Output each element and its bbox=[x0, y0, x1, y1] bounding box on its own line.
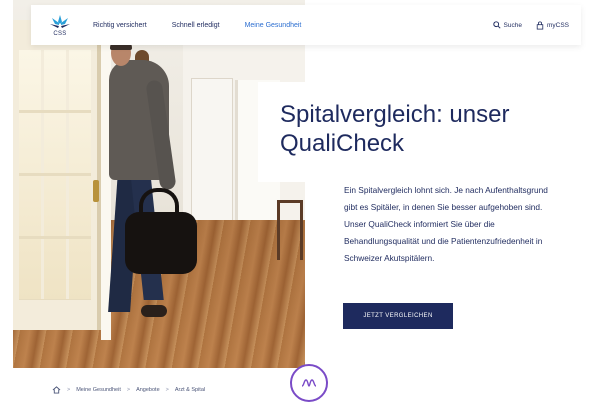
hero-title-card: Spitalvergleich: unser QualiCheck bbox=[258, 82, 593, 182]
breadcrumb-arzt-spital[interactable]: Arzt & Spital bbox=[175, 387, 205, 393]
breadcrumb-separator: > bbox=[165, 387, 169, 393]
search-button[interactable]: Suche bbox=[492, 21, 522, 29]
breadcrumb-separator: > bbox=[67, 387, 71, 393]
hero-door-bars bbox=[19, 50, 91, 300]
css-logo-icon bbox=[50, 14, 70, 28]
nav-schnell-erledigt[interactable]: Schnell erledigt bbox=[172, 22, 220, 29]
nav-richtig-versichert[interactable]: Richtig versichert bbox=[93, 22, 147, 29]
header-actions: Suche myCSS bbox=[479, 21, 569, 30]
hero-chair bbox=[277, 200, 303, 260]
breadcrumb-angebote[interactable]: Angebote bbox=[136, 387, 160, 393]
account-label: myCSS bbox=[546, 21, 569, 29]
home-icon[interactable] bbox=[52, 386, 61, 394]
page-title: Spitalvergleich: unser QualiCheck bbox=[280, 101, 510, 157]
site-header: CSS Richtig versichert Schnell erledigt … bbox=[31, 5, 581, 45]
wave-icon bbox=[301, 379, 317, 387]
nav-meine-gesundheit[interactable]: Meine Gesundheit bbox=[245, 22, 302, 29]
breadcrumb: > Meine Gesundheit > Angebote > Arzt & S… bbox=[52, 386, 205, 394]
lock-icon bbox=[536, 21, 544, 30]
hero-person-shoe bbox=[141, 305, 167, 317]
breadcrumb-separator: > bbox=[126, 387, 131, 393]
search-label: Suche bbox=[503, 21, 522, 29]
search-icon bbox=[492, 21, 501, 29]
hero-door-handle bbox=[93, 180, 99, 202]
mycss-login-button[interactable]: myCSS bbox=[536, 21, 569, 30]
breadcrumb-meine-gesundheit[interactable]: Meine Gesundheit bbox=[76, 387, 121, 393]
chat-assistant-button[interactable] bbox=[290, 364, 328, 402]
css-logo[interactable]: CSS bbox=[39, 14, 81, 37]
hero-bag bbox=[125, 212, 197, 274]
hero-image bbox=[13, 0, 305, 368]
main-nav: Richtig versichert Schnell erledigt Mein… bbox=[93, 22, 326, 29]
compare-now-button[interactable]: JETZT VERGLEICHEN bbox=[343, 303, 453, 329]
hero-wardrobe bbox=[191, 78, 233, 228]
logo-text: CSS bbox=[53, 30, 67, 37]
hero-description: Ein Spitalvergleich lohnt sich. Je nach … bbox=[344, 185, 548, 263]
hero-door bbox=[13, 20, 101, 330]
